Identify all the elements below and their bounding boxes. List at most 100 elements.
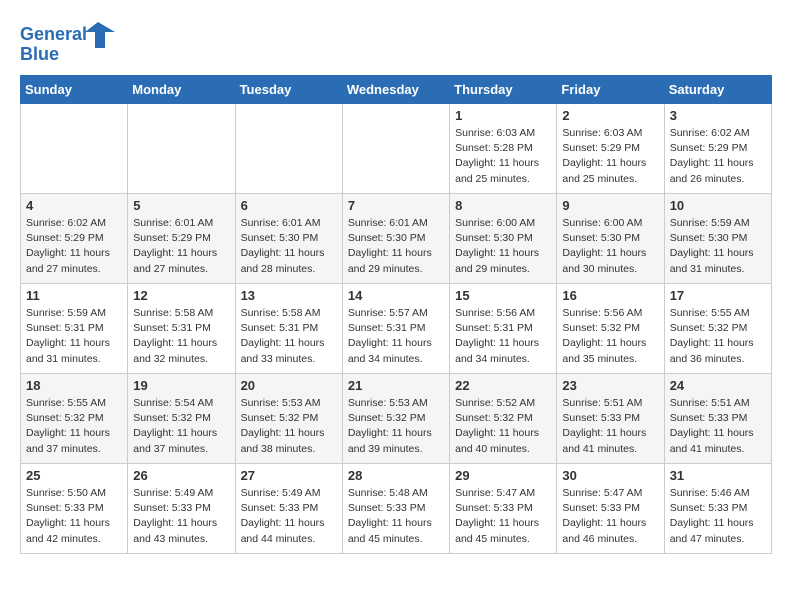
day-info: Sunrise: 5:47 AMSunset: 5:33 PMDaylight:… [455, 486, 551, 547]
day-number: 29 [455, 468, 551, 483]
day-number: 20 [241, 378, 337, 393]
day-header-tuesday: Tuesday [235, 76, 342, 104]
day-info: Sunrise: 5:53 AMSunset: 5:32 PMDaylight:… [348, 396, 444, 457]
day-number: 31 [670, 468, 766, 483]
day-info: Sunrise: 6:02 AMSunset: 5:29 PMDaylight:… [26, 216, 122, 277]
day-number: 15 [455, 288, 551, 303]
day-info: Sunrise: 6:03 AMSunset: 5:29 PMDaylight:… [562, 126, 658, 187]
day-number: 2 [562, 108, 658, 123]
calendar-cell: 23 Sunrise: 5:51 AMSunset: 5:33 PMDayligh… [557, 374, 664, 464]
calendar-cell: 19Sunrise: 5:54 AMSunset: 5:32 PMDayligh… [128, 374, 235, 464]
day-number: 11 [26, 288, 122, 303]
day-info: Sunrise: 5:53 AMSunset: 5:32 PMDaylight:… [241, 396, 337, 457]
day-info: Sunrise: 5:49 AMSunset: 5:33 PMDaylight:… [241, 486, 337, 547]
day-info: Sunrise: 5:58 AMSunset: 5:31 PMDaylight:… [133, 306, 229, 367]
calendar-cell: 20 Sunrise: 5:53 AMSunset: 5:32 PMDayligh… [235, 374, 342, 464]
calendar-cell: 22Sunrise: 5:52 AMSunset: 5:32 PMDayligh… [450, 374, 557, 464]
calendar-cell: 12Sunrise: 5:58 AMSunset: 5:31 PMDayligh… [128, 284, 235, 374]
calendar-cell: 21 Sunrise: 5:53 AMSunset: 5:32 PMDayligh… [342, 374, 449, 464]
day-info: Sunrise: 5:56 AMSunset: 5:32 PMDaylight:… [562, 306, 658, 367]
calendar-week-1: 1 Sunrise: 6:03 AMSunset: 5:28 PMDaylight… [21, 104, 772, 194]
calendar-cell [128, 104, 235, 194]
day-number: 14 [348, 288, 444, 303]
calendar-cell: 30 Sunrise: 5:47 AMSunset: 5:33 PMDayligh… [557, 464, 664, 554]
day-number: 26 [133, 468, 229, 483]
calendar-cell: 3 Sunrise: 6:02 AMSunset: 5:29 PMDaylight… [664, 104, 771, 194]
day-number: 9 [562, 198, 658, 213]
calendar-body: 1 Sunrise: 6:03 AMSunset: 5:28 PMDaylight… [21, 104, 772, 554]
svg-text:Blue: Blue [20, 44, 59, 64]
day-number: 25 [26, 468, 122, 483]
calendar-cell: 17 Sunrise: 5:55 AMSunset: 5:32 PMDayligh… [664, 284, 771, 374]
day-info: Sunrise: 5:59 AMSunset: 5:31 PMDaylight:… [26, 306, 122, 367]
day-number: 21 [348, 378, 444, 393]
day-info: Sunrise: 5:51 AMSunset: 5:33 PMDaylight:… [562, 396, 658, 457]
calendar-cell: 29 Sunrise: 5:47 AMSunset: 5:33 PMDayligh… [450, 464, 557, 554]
day-number: 8 [455, 198, 551, 213]
calendar-header-row: SundayMondayTuesdayWednesdayThursdayFrid… [21, 76, 772, 104]
day-info: Sunrise: 6:02 AMSunset: 5:29 PMDaylight:… [670, 126, 766, 187]
day-info: Sunrise: 6:00 AMSunset: 5:30 PMDaylight:… [562, 216, 658, 277]
day-header-monday: Monday [128, 76, 235, 104]
calendar-cell: 16 Sunrise: 5:56 AMSunset: 5:32 PMDayligh… [557, 284, 664, 374]
calendar-table: SundayMondayTuesdayWednesdayThursdayFrid… [20, 75, 772, 554]
day-info: Sunrise: 6:01 AMSunset: 5:30 PMDaylight:… [241, 216, 337, 277]
day-info: Sunrise: 5:52 AMSunset: 5:32 PMDaylight:… [455, 396, 551, 457]
logo-svg: GeneralBlue [20, 20, 120, 65]
day-info: Sunrise: 5:55 AMSunset: 5:32 PMDaylight:… [670, 306, 766, 367]
day-number: 23 [562, 378, 658, 393]
calendar-week-2: 4 Sunrise: 6:02 AMSunset: 5:29 PMDaylight… [21, 194, 772, 284]
day-info: Sunrise: 5:47 AMSunset: 5:33 PMDaylight:… [562, 486, 658, 547]
calendar-cell: 26Sunrise: 5:49 AMSunset: 5:33 PMDayligh… [128, 464, 235, 554]
day-info: Sunrise: 5:46 AMSunset: 5:33 PMDaylight:… [670, 486, 766, 547]
calendar-cell: 18 Sunrise: 5:55 AMSunset: 5:32 PMDayligh… [21, 374, 128, 464]
day-info: Sunrise: 5:55 AMSunset: 5:32 PMDaylight:… [26, 396, 122, 457]
calendar-cell: 8 Sunrise: 6:00 AMSunset: 5:30 PMDaylight… [450, 194, 557, 284]
day-info: Sunrise: 6:03 AMSunset: 5:28 PMDaylight:… [455, 126, 551, 187]
day-info: Sunrise: 6:01 AMSunset: 5:30 PMDaylight:… [348, 216, 444, 277]
day-number: 13 [241, 288, 337, 303]
calendar-cell: 4 Sunrise: 6:02 AMSunset: 5:29 PMDaylight… [21, 194, 128, 284]
day-number: 27 [241, 468, 337, 483]
page-header: GeneralBlue [20, 20, 772, 65]
calendar-cell: 15 Sunrise: 5:56 AMSunset: 5:31 PMDayligh… [450, 284, 557, 374]
day-info: Sunrise: 6:00 AMSunset: 5:30 PMDaylight:… [455, 216, 551, 277]
day-info: Sunrise: 5:51 AMSunset: 5:33 PMDaylight:… [670, 396, 766, 457]
day-header-friday: Friday [557, 76, 664, 104]
day-number: 4 [26, 198, 122, 213]
day-number: 3 [670, 108, 766, 123]
calendar-cell: 10Sunrise: 5:59 AMSunset: 5:30 PMDayligh… [664, 194, 771, 284]
calendar-cell: 2 Sunrise: 6:03 AMSunset: 5:29 PMDaylight… [557, 104, 664, 194]
day-header-sunday: Sunday [21, 76, 128, 104]
day-header-wednesday: Wednesday [342, 76, 449, 104]
day-number: 5 [133, 198, 229, 213]
day-info: Sunrise: 5:50 AMSunset: 5:33 PMDaylight:… [26, 486, 122, 547]
day-info: Sunrise: 5:48 AMSunset: 5:33 PMDaylight:… [348, 486, 444, 547]
calendar-cell: 11 Sunrise: 5:59 AMSunset: 5:31 PMDayligh… [21, 284, 128, 374]
day-info: Sunrise: 5:56 AMSunset: 5:31 PMDaylight:… [455, 306, 551, 367]
calendar-cell: 13 Sunrise: 5:58 AMSunset: 5:31 PMDayligh… [235, 284, 342, 374]
svg-text:General: General [20, 24, 87, 44]
day-info: Sunrise: 5:54 AMSunset: 5:32 PMDaylight:… [133, 396, 229, 457]
calendar-week-3: 11 Sunrise: 5:59 AMSunset: 5:31 PMDayligh… [21, 284, 772, 374]
day-info: Sunrise: 5:58 AMSunset: 5:31 PMDaylight:… [241, 306, 337, 367]
calendar-cell: 24Sunrise: 5:51 AMSunset: 5:33 PMDayligh… [664, 374, 771, 464]
calendar-cell: 5 Sunrise: 6:01 AMSunset: 5:29 PMDaylight… [128, 194, 235, 284]
day-number: 1 [455, 108, 551, 123]
day-number: 17 [670, 288, 766, 303]
calendar-cell [21, 104, 128, 194]
day-number: 16 [562, 288, 658, 303]
day-number: 10 [670, 198, 766, 213]
day-info: Sunrise: 6:01 AMSunset: 5:29 PMDaylight:… [133, 216, 229, 277]
calendar-week-4: 18 Sunrise: 5:55 AMSunset: 5:32 PMDayligh… [21, 374, 772, 464]
day-info: Sunrise: 5:57 AMSunset: 5:31 PMDaylight:… [348, 306, 444, 367]
day-header-thursday: Thursday [450, 76, 557, 104]
day-number: 18 [26, 378, 122, 393]
calendar-cell: 14 Sunrise: 5:57 AMSunset: 5:31 PMDayligh… [342, 284, 449, 374]
calendar-cell: 31 Sunrise: 5:46 AMSunset: 5:33 PMDayligh… [664, 464, 771, 554]
calendar-cell: 27 Sunrise: 5:49 AMSunset: 5:33 PMDayligh… [235, 464, 342, 554]
calendar-cell [235, 104, 342, 194]
day-number: 30 [562, 468, 658, 483]
logo: GeneralBlue [20, 20, 120, 65]
day-number: 6 [241, 198, 337, 213]
